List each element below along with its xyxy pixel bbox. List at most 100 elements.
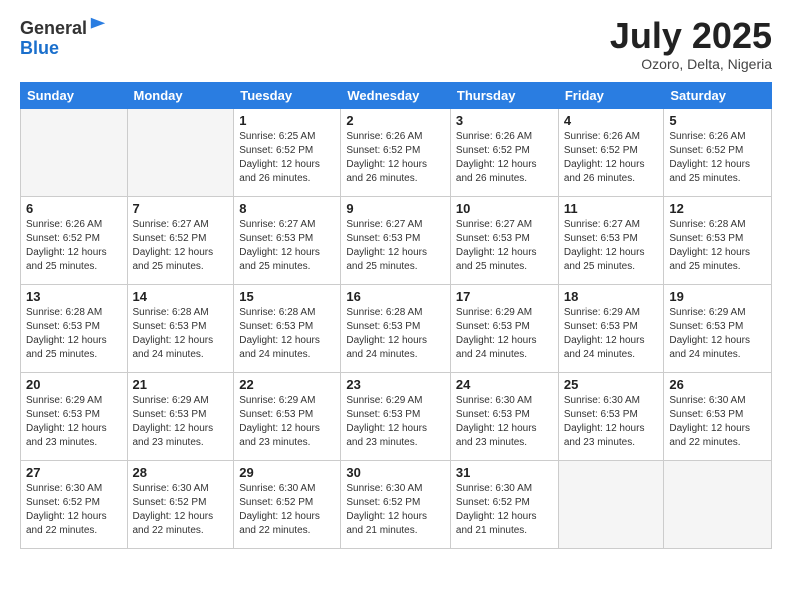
day-number: 4 <box>564 113 659 128</box>
day-number: 22 <box>239 377 335 392</box>
day-info: Sunrise: 6:30 AM Sunset: 6:53 PM Dayligh… <box>669 394 766 450</box>
day-number: 10 <box>456 201 553 216</box>
col-saturday: Saturday <box>664 82 772 108</box>
day-number: 12 <box>669 201 766 216</box>
day-number: 2 <box>346 113 445 128</box>
calendar-week-1: 1 Sunrise: 6:25 AM Sunset: 6:52 PM Daylig… <box>21 108 772 196</box>
day-number: 19 <box>669 289 766 304</box>
day-info: Sunrise: 6:27 AM Sunset: 6:53 PM Dayligh… <box>456 218 553 274</box>
day-info: Sunrise: 6:30 AM Sunset: 6:52 PM Dayligh… <box>26 482 122 538</box>
day-number: 23 <box>346 377 445 392</box>
calendar-cell: 14 Sunrise: 6:28 AM Sunset: 6:53 PM Dayli… <box>127 284 234 372</box>
calendar-week-2: 6Sunrise: 6:26 AM Sunset: 6:52 PM Daylig… <box>21 196 772 284</box>
day-number: 11 <box>564 201 659 216</box>
day-number: 18 <box>564 289 659 304</box>
col-thursday: Thursday <box>450 82 558 108</box>
calendar-cell: 17Sunrise: 6:29 AM Sunset: 6:53 PM Dayli… <box>450 284 558 372</box>
day-number: 7 <box>133 201 229 216</box>
day-number: 16 <box>346 289 445 304</box>
calendar-cell: 13Sunrise: 6:28 AM Sunset: 6:53 PM Dayli… <box>21 284 128 372</box>
day-info: Sunrise: 6:27 AM Sunset: 6:53 PM Dayligh… <box>239 218 335 274</box>
day-info: Sunrise: 6:27 AM Sunset: 6:53 PM Dayligh… <box>346 218 445 274</box>
day-info: Sunrise: 6:27 AM Sunset: 6:53 PM Dayligh… <box>564 218 659 274</box>
calendar-cell: 19 Sunrise: 6:29 AM Sunset: 6:53 PM Dayli… <box>664 284 772 372</box>
calendar-cell: 28 Sunrise: 6:30 AM Sunset: 6:52 PM Dayli… <box>127 460 234 548</box>
calendar-week-3: 13 Sunrise: 6:28 AM Sunset: 6:53 PM Dayli… <box>21 284 772 372</box>
calendar-cell: 16 Sunrise: 6:28 AM Sunset: 6:53 PM Dayli… <box>341 284 451 372</box>
calendar-body: 1 Sunrise: 6:25 AM Sunset: 6:52 PM Daylig… <box>21 108 772 548</box>
calendar-cell: 7Sunrise: 6:27 AM Sunset: 6:52 PM Daylig… <box>127 196 234 284</box>
day-info: Sunrise: 6:26 AM Sunset: 6:52 PM Dayligh… <box>564 130 659 186</box>
location: Ozoro, Delta, Nigeria <box>610 56 772 72</box>
calendar-cell <box>21 108 128 196</box>
day-number: 3 <box>456 113 553 128</box>
calendar-cell <box>664 460 772 548</box>
day-info: Sunrise: 6:30 AM Sunset: 6:52 PM Dayligh… <box>133 482 229 538</box>
day-number: 30 <box>346 465 445 480</box>
day-info: Sunrise: 6:30 AM Sunset: 6:52 PM Dayligh… <box>456 482 553 538</box>
calendar-cell: 9 Sunrise: 6:27 AM Sunset: 6:53 PM Daylig… <box>341 196 451 284</box>
day-number: 21 <box>133 377 229 392</box>
day-info: Sunrise: 6:26 AM Sunset: 6:52 PM Dayligh… <box>346 130 445 186</box>
calendar-cell: 4 Sunrise: 6:26 AM Sunset: 6:52 PM Daylig… <box>558 108 664 196</box>
day-number: 29 <box>239 465 335 480</box>
day-number: 8 <box>239 201 335 216</box>
col-tuesday: Tuesday <box>234 82 341 108</box>
calendar-cell: 30 Sunrise: 6:30 AM Sunset: 6:52 PM Dayli… <box>341 460 451 548</box>
day-info: Sunrise: 6:29 AM Sunset: 6:53 PM Dayligh… <box>26 394 122 450</box>
calendar-week-5: 27Sunrise: 6:30 AM Sunset: 6:52 PM Dayli… <box>21 460 772 548</box>
calendar-cell: 2 Sunrise: 6:26 AM Sunset: 6:52 PM Daylig… <box>341 108 451 196</box>
logo: General Blue <box>20 16 107 59</box>
logo-general: General <box>20 18 87 38</box>
day-number: 1 <box>239 113 335 128</box>
day-info: Sunrise: 6:28 AM Sunset: 6:53 PM Dayligh… <box>239 306 335 362</box>
col-sunday: Sunday <box>21 82 128 108</box>
day-number: 13 <box>26 289 122 304</box>
calendar-cell: 6Sunrise: 6:26 AM Sunset: 6:52 PM Daylig… <box>21 196 128 284</box>
day-info: Sunrise: 6:29 AM Sunset: 6:53 PM Dayligh… <box>346 394 445 450</box>
calendar-table: Sunday Monday Tuesday Wednesday Thursday… <box>20 82 772 549</box>
day-number: 28 <box>133 465 229 480</box>
logo-text: General <box>20 16 107 39</box>
day-info: Sunrise: 6:29 AM Sunset: 6:53 PM Dayligh… <box>133 394 229 450</box>
calendar-cell: 3 Sunrise: 6:26 AM Sunset: 6:52 PM Daylig… <box>450 108 558 196</box>
day-info: Sunrise: 6:29 AM Sunset: 6:53 PM Dayligh… <box>564 306 659 362</box>
calendar-cell: 25Sunrise: 6:30 AM Sunset: 6:53 PM Dayli… <box>558 372 664 460</box>
day-info: Sunrise: 6:29 AM Sunset: 6:53 PM Dayligh… <box>669 306 766 362</box>
calendar-cell: 24Sunrise: 6:30 AM Sunset: 6:53 PM Dayli… <box>450 372 558 460</box>
day-info: Sunrise: 6:26 AM Sunset: 6:52 PM Dayligh… <box>669 130 766 186</box>
title-block: July 2025 Ozoro, Delta, Nigeria <box>610 16 772 72</box>
calendar-cell: 8 Sunrise: 6:27 AM Sunset: 6:53 PM Daylig… <box>234 196 341 284</box>
calendar-cell: 31Sunrise: 6:30 AM Sunset: 6:52 PM Dayli… <box>450 460 558 548</box>
calendar-cell: 23 Sunrise: 6:29 AM Sunset: 6:53 PM Dayli… <box>341 372 451 460</box>
calendar-cell: 22Sunrise: 6:29 AM Sunset: 6:53 PM Dayli… <box>234 372 341 460</box>
page: General Blue July 2025 Ozoro, Delta, Nig… <box>0 0 792 612</box>
day-info: Sunrise: 6:26 AM Sunset: 6:52 PM Dayligh… <box>456 130 553 186</box>
day-number: 26 <box>669 377 766 392</box>
day-info: Sunrise: 6:30 AM Sunset: 6:52 PM Dayligh… <box>346 482 445 538</box>
day-info: Sunrise: 6:28 AM Sunset: 6:53 PM Dayligh… <box>346 306 445 362</box>
calendar-week-4: 20Sunrise: 6:29 AM Sunset: 6:53 PM Dayli… <box>21 372 772 460</box>
calendar-cell: 10 Sunrise: 6:27 AM Sunset: 6:53 PM Dayli… <box>450 196 558 284</box>
day-number: 17 <box>456 289 553 304</box>
calendar-header-row: Sunday Monday Tuesday Wednesday Thursday… <box>21 82 772 108</box>
logo-blue-text: Blue <box>20 39 107 59</box>
calendar-cell: 12Sunrise: 6:28 AM Sunset: 6:53 PM Dayli… <box>664 196 772 284</box>
day-number: 9 <box>346 201 445 216</box>
day-info: Sunrise: 6:30 AM Sunset: 6:52 PM Dayligh… <box>239 482 335 538</box>
day-number: 15 <box>239 289 335 304</box>
calendar-cell: 21 Sunrise: 6:29 AM Sunset: 6:53 PM Dayli… <box>127 372 234 460</box>
day-info: Sunrise: 6:30 AM Sunset: 6:53 PM Dayligh… <box>456 394 553 450</box>
calendar-cell: 1 Sunrise: 6:25 AM Sunset: 6:52 PM Daylig… <box>234 108 341 196</box>
day-number: 14 <box>133 289 229 304</box>
day-info: Sunrise: 6:30 AM Sunset: 6:53 PM Dayligh… <box>564 394 659 450</box>
calendar-cell <box>558 460 664 548</box>
calendar-cell: 11 Sunrise: 6:27 AM Sunset: 6:53 PM Dayli… <box>558 196 664 284</box>
logo-flag-icon <box>89 16 107 34</box>
calendar-cell: 18 Sunrise: 6:29 AM Sunset: 6:53 PM Dayli… <box>558 284 664 372</box>
day-info: Sunrise: 6:25 AM Sunset: 6:52 PM Dayligh… <box>239 130 335 186</box>
col-monday: Monday <box>127 82 234 108</box>
logo-blue: Blue <box>20 38 59 58</box>
day-info: Sunrise: 6:28 AM Sunset: 6:53 PM Dayligh… <box>133 306 229 362</box>
month-title: July 2025 <box>610 16 772 56</box>
